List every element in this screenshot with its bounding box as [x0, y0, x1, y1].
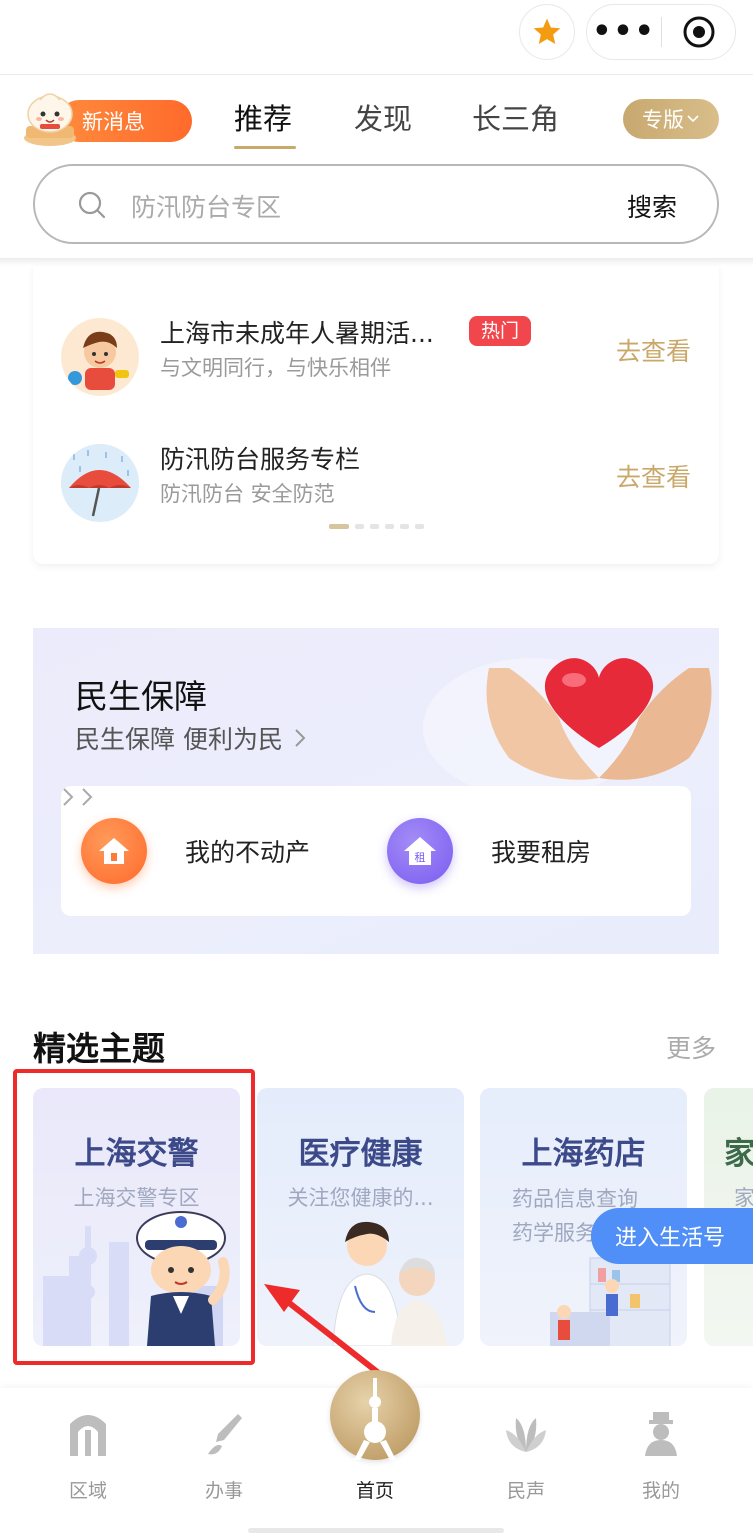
page-dot — [415, 524, 424, 529]
card-title: 医疗健康 — [298, 1136, 423, 1172]
nav-voice[interactable]: 民声 — [476, 1388, 576, 1533]
page-dot — [385, 524, 394, 529]
tab-yangtze-delta[interactable]: 长三角 — [472, 96, 559, 138]
tab-discover[interactable]: 发现 — [354, 96, 412, 138]
pen-nib-icon — [208, 1414, 242, 1455]
page-dot — [400, 524, 409, 529]
banner-title: 民生保障 — [75, 677, 207, 716]
hands-heart-illustration — [486, 658, 712, 780]
nav-mine[interactable]: 我的 — [611, 1388, 711, 1533]
banner-subtitle-link[interactable]: 民生保障 便利为民 — [75, 720, 307, 756]
item-title: 上海市未成年人暑期活... — [160, 319, 434, 348]
mini-program-capsule: ••• — [586, 4, 736, 60]
livelihood-banner[interactable]: 民生保障 民生保障 便利为民 我的不动产 租 我要租房 — [33, 628, 719, 954]
chevron-right-icon — [63, 788, 74, 806]
user-icon — [645, 1412, 677, 1456]
home-tower-button[interactable] — [330, 1370, 420, 1460]
featured-more-link[interactable]: 更多 — [666, 1029, 716, 1065]
banner-subtitle: 民生保障 便利为民 — [75, 725, 283, 754]
nav-label: 区域 — [68, 1480, 107, 1502]
announcement-card: 上海市未成年人暑期活... 热门 与文明同行，与快乐相伴 去查看 防汛防台服务专… — [33, 266, 719, 564]
more-menu-button[interactable]: ••• — [587, 5, 661, 59]
quick-label: 我要租房 — [491, 838, 592, 867]
item-title: 防汛防台服务专栏 — [160, 445, 361, 474]
quick-label: 我的不动产 — [185, 838, 311, 867]
page-dot — [355, 524, 364, 529]
nav-label: 办事 — [204, 1480, 243, 1502]
page-dot-active — [329, 524, 349, 529]
close-mini-program-button[interactable] — [662, 15, 735, 49]
nav-label: 我的 — [641, 1480, 680, 1502]
tab-recommend[interactable]: 推荐 — [234, 96, 292, 138]
theme-card-medical-health[interactable]: 医疗健康 关注您健康的... — [257, 1088, 464, 1346]
record-target-icon — [683, 16, 714, 48]
highlight-box — [13, 1069, 255, 1365]
quick-services: 我的不动产 租 我要租房 — [61, 786, 691, 916]
search-bar[interactable]: 防汛防台专区 搜索 — [33, 164, 719, 244]
edition-label: 专版 — [642, 108, 684, 132]
top-divider — [0, 74, 753, 75]
search-icon — [78, 191, 106, 219]
nav-label: 民声 — [506, 1480, 545, 1502]
search-button[interactable]: 搜索 — [627, 188, 677, 224]
hot-badge: 热门 — [469, 316, 532, 346]
carousel-pagination — [329, 524, 424, 529]
card-title: 上海药店 — [521, 1136, 646, 1172]
header-shadow — [0, 258, 753, 266]
list-item-flood-service[interactable]: 防汛防台服务专栏 防汛防台 安全防范 去查看 — [33, 434, 719, 524]
rent-house-icon: 租 — [387, 818, 453, 884]
region-gate-icon — [70, 1415, 106, 1456]
search-placeholder: 防汛防台专区 — [131, 193, 282, 222]
enter-life-account-button[interactable]: 进入生活号 — [591, 1208, 753, 1264]
featured-section-title: 精选主题 — [33, 1029, 165, 1068]
my-property-button[interactable]: 我的不动产 — [81, 786, 310, 916]
active-tab-indicator — [234, 146, 296, 149]
view-link[interactable]: 去查看 — [616, 332, 691, 368]
page-dot — [370, 524, 379, 529]
nav-services[interactable]: 办事 — [174, 1388, 274, 1533]
chevron-down-icon — [687, 115, 699, 123]
edition-dropdown-button[interactable]: 专版 — [623, 99, 719, 139]
house-icon — [81, 818, 147, 884]
chevron-right-icon — [295, 729, 306, 747]
nav-region[interactable]: 区域 — [38, 1388, 138, 1533]
card-subtitle: 关注您健康的... — [287, 1186, 434, 1210]
oriental-pearl-tower-icon — [354, 1378, 396, 1460]
umbrella-avatar — [61, 444, 139, 522]
card-title: 家 — [724, 1136, 753, 1172]
home-indicator — [248, 1528, 504, 1533]
list-item-summer-activity[interactable]: 上海市未成年人暑期活... 热门 与文明同行，与快乐相伴 去查看 — [33, 308, 719, 398]
favorite-star-button[interactable] — [519, 4, 575, 60]
item-subtitle: 与文明同行，与快乐相伴 — [160, 356, 391, 380]
child-avatar — [61, 318, 139, 396]
view-link[interactable]: 去查看 — [616, 458, 691, 494]
rent-house-button[interactable]: 租 我要租房 — [387, 786, 591, 916]
svg-text:租: 租 — [415, 851, 426, 864]
nav-label: 首页 — [355, 1480, 394, 1502]
star-icon — [533, 18, 561, 44]
item-subtitle: 防汛防台 安全防范 — [160, 482, 335, 506]
doctor-patient-illustration — [332, 1221, 447, 1346]
magnolia-flower-icon — [506, 1418, 546, 1452]
